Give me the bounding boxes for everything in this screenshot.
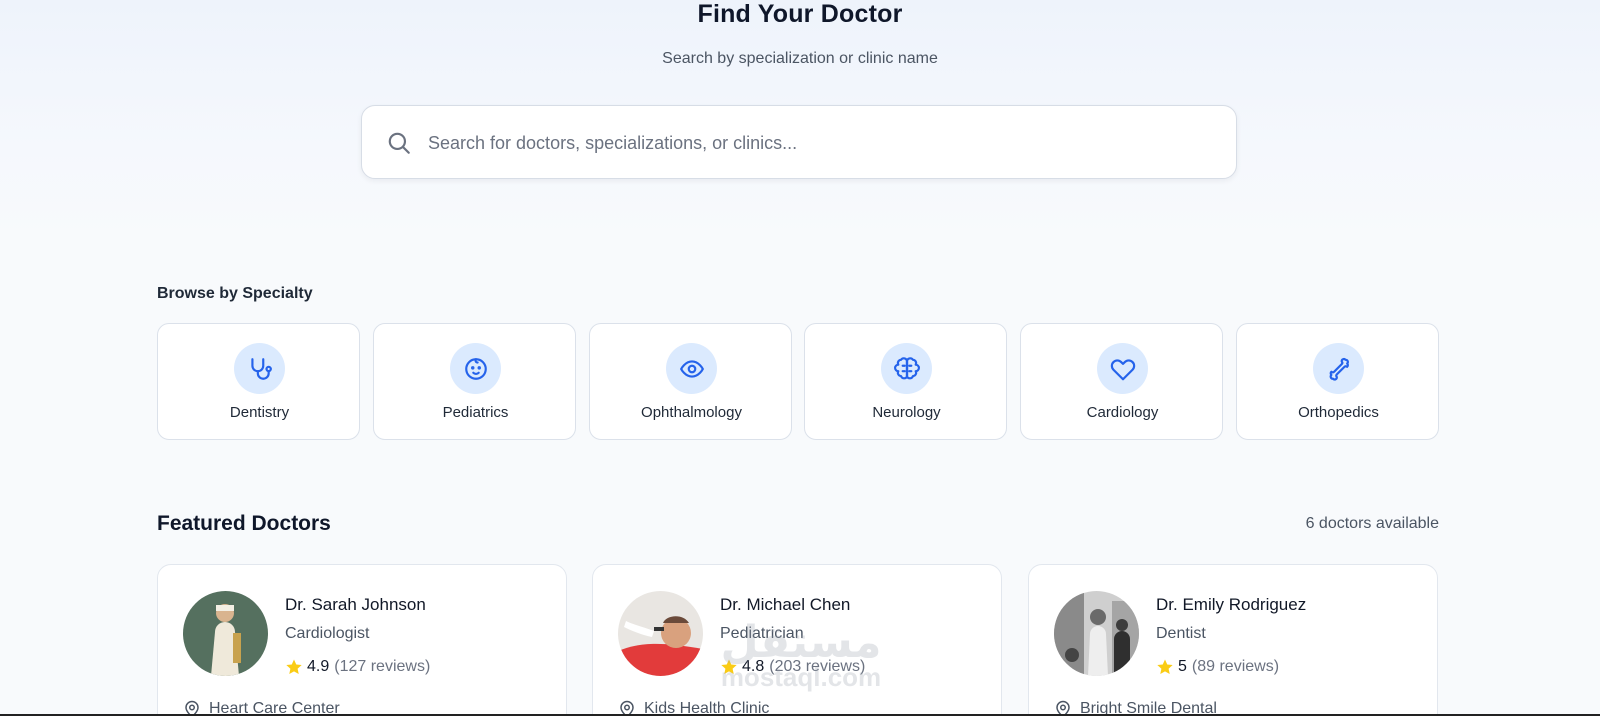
doctor-specialty: Pediatrician <box>720 625 804 642</box>
review-count: (127 reviews) <box>334 658 431 675</box>
doctor-rating: 4.9 (127 reviews) <box>285 658 430 676</box>
search-input[interactable] <box>428 126 1208 160</box>
specialty-label: Ophthalmology <box>641 404 742 421</box>
specialty-card-neurology[interactable]: Neurology <box>804 323 1007 440</box>
specialty-card-ophthalmology[interactable]: Ophthalmology <box>589 323 792 440</box>
doctor-avatar <box>618 591 703 676</box>
doctor-name[interactable]: Dr. Emily Rodriguez <box>1156 595 1306 615</box>
specialty-label: Cardiology <box>1086 404 1159 421</box>
review-count: (203 reviews) <box>769 658 866 675</box>
page-title: Find Your Doctor <box>697 0 903 28</box>
specialty-card-orthopedics[interactable]: Orthopedics <box>1236 323 1439 440</box>
doctors-count: 6 doctors available <box>1305 515 1439 532</box>
doctor-specialty: Dentist <box>1156 625 1206 642</box>
doctor-avatar <box>1054 591 1139 676</box>
doctor-name[interactable]: Dr. Michael Chen <box>720 595 850 615</box>
search-bar[interactable] <box>361 105 1237 179</box>
specialty-card-dentistry[interactable]: Dentistry <box>157 323 360 440</box>
doctor-avatar <box>183 591 268 676</box>
specialty-label: Dentistry <box>229 404 290 421</box>
stethoscope-icon <box>250 357 272 380</box>
specialty-list: Dentistry Pediatrics Ophthalmology Neuro… <box>157 323 1439 440</box>
specialty-label: Neurology <box>872 404 941 421</box>
featured-doctors-heading: Featured Doctors <box>157 512 331 535</box>
doctor-card[interactable]: Dr. Michael Chen Pediatrician 4.8 (203 r… <box>592 564 1002 716</box>
rating-value: 5 <box>1178 658 1187 675</box>
doctor-rating: 4.8 (203 reviews) <box>720 658 865 676</box>
doctor-card[interactable]: Dr. Sarah Johnson Cardiologist 4.9 (127 … <box>157 564 567 716</box>
page-subtitle: Search by specialization or clinic name <box>662 50 938 67</box>
star-icon <box>286 659 302 675</box>
doctor-name[interactable]: Dr. Sarah Johnson <box>285 595 426 615</box>
review-count: (89 reviews) <box>1191 658 1280 675</box>
hero-section: Find Your Doctor Search by specializatio… <box>0 0 1600 246</box>
baby-icon <box>464 357 487 380</box>
specialty-label: Pediatrics <box>442 404 509 421</box>
star-icon <box>721 659 737 675</box>
brain-icon <box>893 356 920 379</box>
doctor-card[interactable]: Dr. Emily Rodriguez Dentist 5 (89 review… <box>1028 564 1438 716</box>
specialty-card-pediatrics[interactable]: Pediatrics <box>373 323 576 440</box>
search-icon <box>388 132 410 154</box>
browse-by-specialty-heading: Browse by Specialty <box>157 285 313 302</box>
star-icon <box>1157 659 1173 675</box>
doctor-rating: 5 (89 reviews) <box>1156 658 1279 676</box>
eye-icon <box>679 359 704 378</box>
specialty-card-cardiology[interactable]: Cardiology <box>1020 323 1223 440</box>
specialty-label: Orthopedics <box>1298 404 1379 421</box>
rating-value: 4.8 <box>742 658 765 675</box>
doctor-specialty: Cardiologist <box>285 625 370 642</box>
rating-value: 4.9 <box>307 658 330 675</box>
heart-icon <box>1110 358 1135 380</box>
bone-icon <box>1329 357 1349 381</box>
